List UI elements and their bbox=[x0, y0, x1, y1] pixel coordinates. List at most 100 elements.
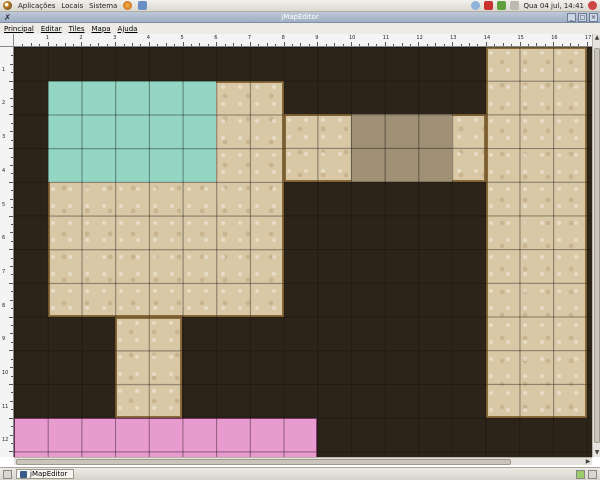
horizontal-scroll-thumb[interactable] bbox=[16, 459, 511, 465]
ruler-left-minor-tick bbox=[11, 257, 13, 259]
ruler-top-minor-tick bbox=[241, 44, 243, 46]
close-button[interactable]: × bbox=[589, 13, 598, 22]
ruler-top-minor-tick bbox=[393, 44, 395, 46]
ruler-left-minor-tick bbox=[10, 63, 13, 65]
horizontal-scrollbar[interactable]: ▶ bbox=[14, 457, 592, 465]
ruler-left-minor-tick bbox=[10, 97, 13, 99]
ruler-left-minor-tick bbox=[11, 442, 13, 444]
ruler-left-minor-tick bbox=[11, 122, 13, 124]
scroll-down-icon[interactable]: ▼ bbox=[593, 449, 600, 457]
ruler-left-minor-tick bbox=[11, 358, 13, 360]
workspace-1-icon[interactable] bbox=[576, 469, 585, 479]
map-canvas[interactable] bbox=[14, 47, 592, 457]
ruler-top-label: 2 bbox=[79, 35, 83, 41]
ruler-top-minor-tick bbox=[56, 44, 58, 46]
ruler-left: 1 2 3 4 5 6 7 8 9 10 11 12 bbox=[0, 47, 14, 457]
ruler-left-tick bbox=[9, 114, 13, 116]
ruler-left-minor-tick bbox=[11, 274, 13, 276]
menu-principal[interactable]: Principal bbox=[4, 25, 34, 33]
workspace-2-icon[interactable] bbox=[588, 469, 597, 479]
menu-locais[interactable]: Locais bbox=[61, 2, 83, 10]
ruler-top-label: 3 bbox=[113, 35, 117, 41]
maximize-button[interactable]: □ bbox=[578, 13, 587, 22]
ruler-top-label: 5 bbox=[180, 35, 184, 41]
ruler-top-label: 14 bbox=[483, 35, 491, 41]
ruler-top-label: 6 bbox=[214, 35, 218, 41]
ruler-top-minor-tick bbox=[165, 43, 167, 46]
ruler-left-tick bbox=[9, 316, 13, 318]
ruler-left-label: 6 bbox=[2, 235, 6, 242]
ruler-top-minor-tick bbox=[426, 44, 428, 46]
minimize-button[interactable]: _ bbox=[567, 13, 576, 22]
map-region-pink[interactable] bbox=[14, 417, 318, 457]
map-region-floor[interactable] bbox=[115, 316, 183, 418]
ruler-left-tick bbox=[9, 80, 13, 82]
ruler-top-minor-tick bbox=[527, 44, 529, 46]
menu-sistema[interactable]: Sistema bbox=[89, 2, 117, 10]
ruler-top-minor-tick bbox=[258, 44, 260, 46]
vertical-scrollbar[interactable]: ▲ ▼ bbox=[592, 34, 600, 457]
ruler-top-label: 10 bbox=[349, 35, 356, 41]
ruler-left-minor-tick bbox=[11, 240, 13, 242]
taskbar-window-label: jMapEditor bbox=[30, 470, 68, 478]
ruler-left-label: 7 bbox=[2, 268, 6, 275]
ruler-top-label: 12 bbox=[416, 35, 423, 41]
ruler-left-minor-tick bbox=[10, 198, 13, 200]
menu-aplicacoes[interactable]: Aplicações bbox=[18, 2, 55, 10]
mail-icon[interactable] bbox=[138, 1, 148, 10]
ruler-top-minor-tick bbox=[578, 44, 580, 46]
ruler-top-minor-tick bbox=[224, 44, 226, 46]
ruler-top-minor-tick bbox=[401, 43, 403, 46]
ruler-top-label: 13 bbox=[450, 35, 457, 41]
scroll-right-icon[interactable]: ▶ bbox=[584, 458, 592, 466]
menu-editar[interactable]: Editar bbox=[41, 25, 62, 33]
map-region-dark[interactable] bbox=[351, 114, 453, 182]
ruler-top-tick bbox=[519, 42, 521, 46]
window-titlebar[interactable]: ✗ jMapEditor _ □ × bbox=[0, 12, 600, 23]
scroll-up-icon[interactable]: ▲ bbox=[593, 34, 600, 42]
volume-icon[interactable] bbox=[510, 1, 520, 10]
ruler-left-minor-tick bbox=[11, 392, 13, 394]
ruler-top-label: 17 bbox=[584, 35, 592, 41]
menu-tiles[interactable]: Tiles bbox=[69, 25, 85, 33]
firefox-icon[interactable] bbox=[123, 1, 133, 10]
ruler-top-tick bbox=[586, 42, 588, 46]
network-icon[interactable] bbox=[484, 1, 494, 10]
ruler-left-minor-tick bbox=[11, 173, 13, 175]
ruler-top-minor-tick bbox=[460, 44, 462, 46]
ruler-top-minor-tick bbox=[334, 43, 336, 46]
update-icon[interactable] bbox=[471, 1, 481, 10]
clock[interactable]: Qua 04 jul, 14:41 bbox=[523, 2, 584, 10]
ruler-top-label: 16 bbox=[551, 35, 558, 41]
ruler-left-minor-tick bbox=[11, 291, 13, 293]
ruler-top-tick bbox=[47, 42, 49, 46]
ruler-top-minor-tick bbox=[536, 43, 538, 46]
ruler-left-tick bbox=[9, 215, 13, 217]
battery-icon[interactable] bbox=[497, 1, 507, 10]
ruler-left-minor-tick bbox=[11, 325, 13, 327]
ruler-left-label: 9 bbox=[2, 336, 6, 343]
ruler-top-minor-tick bbox=[502, 43, 504, 46]
ruler-top-minor-tick bbox=[275, 44, 277, 46]
vertical-scroll-thumb[interactable] bbox=[594, 48, 600, 443]
ruler-top-minor-tick bbox=[89, 44, 91, 46]
ruler-left-label: 10 bbox=[2, 370, 9, 376]
power-icon[interactable] bbox=[588, 1, 597, 10]
show-desktop-icon[interactable] bbox=[3, 469, 12, 479]
menubar: Principal Editar Tiles Mapa Ajuda bbox=[0, 23, 600, 34]
ruler-top-tick bbox=[418, 42, 420, 46]
taskbar-window-button[interactable]: jMapEditor bbox=[16, 469, 75, 479]
map-region-water[interactable] bbox=[47, 80, 217, 182]
ruler-top-minor-tick bbox=[477, 44, 479, 46]
ruler-left-label: 4 bbox=[2, 167, 6, 174]
ruler-top-minor-tick bbox=[30, 43, 32, 46]
ruler-left-tick bbox=[9, 384, 13, 385]
menu-ajuda[interactable]: Ajuda bbox=[118, 25, 138, 33]
map-region-floor[interactable] bbox=[485, 47, 587, 418]
window-menu-icon[interactable]: ✗ bbox=[3, 13, 12, 22]
bottom-panel: jMapEditor bbox=[0, 467, 600, 480]
ruler-top-minor-tick bbox=[325, 44, 327, 46]
menu-mapa[interactable]: Mapa bbox=[91, 25, 110, 33]
ruler-top-minor-tick bbox=[494, 44, 496, 46]
gnome-foot-icon[interactable] bbox=[3, 1, 12, 10]
